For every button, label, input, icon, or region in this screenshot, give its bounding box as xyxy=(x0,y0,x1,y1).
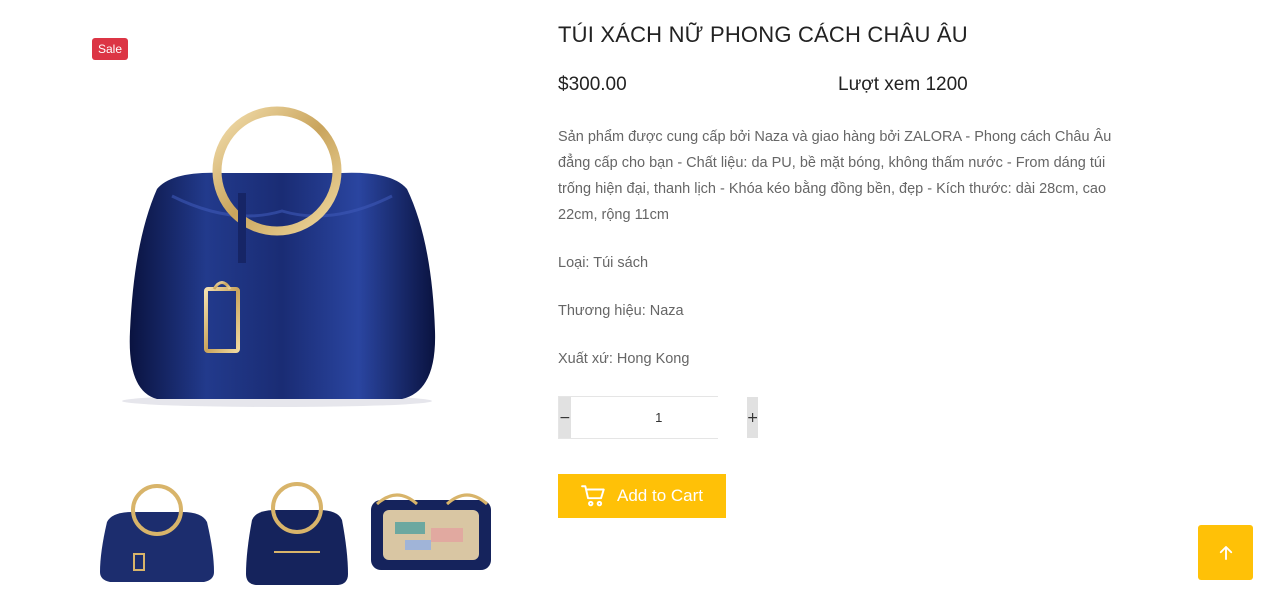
product-info: TÚI XÁCH NỮ PHONG CÁCH CHÂU ÂU $300.00 L… xyxy=(558,20,1128,372)
sale-badge: Sale xyxy=(92,38,129,60)
cart-icon xyxy=(581,485,605,507)
product-origin: Xuất xứ: Hong Kong xyxy=(558,351,690,367)
product-main-image xyxy=(122,106,436,407)
thumbnail-inside[interactable] xyxy=(367,482,497,592)
product-price: $300.00 xyxy=(558,74,627,95)
quantity-increase-button[interactable]: + xyxy=(746,397,759,438)
thumbnail-strip xyxy=(92,482,502,592)
thumbnail-back[interactable] xyxy=(232,482,362,592)
quantity-stepper: − + xyxy=(558,396,759,439)
view-count: Lượt xem 1200 xyxy=(838,74,968,95)
thumbnail-front[interactable] xyxy=(92,482,222,592)
product-description: Sản phẩm được cung cấp bởi Naza và giao … xyxy=(558,129,1112,223)
product-title: TÚI XÁCH NỮ PHONG CÁCH CHÂU ÂU xyxy=(558,22,968,47)
product-category: Loại: Túi sách xyxy=(558,255,649,271)
add-to-cart-button[interactable]: Add to Cart xyxy=(558,474,726,518)
arrow-up-icon xyxy=(1219,545,1232,560)
quantity-decrease-button[interactable]: − xyxy=(559,397,571,438)
quantity-input[interactable] xyxy=(570,397,747,438)
add-to-cart-label: Add to Cart xyxy=(617,486,703,505)
back-to-top-button[interactable] xyxy=(1198,525,1253,580)
product-brand: Thương hiệu: Naza xyxy=(558,303,684,319)
price-row: $300.00 Lượt xem 1200 xyxy=(558,74,1128,100)
